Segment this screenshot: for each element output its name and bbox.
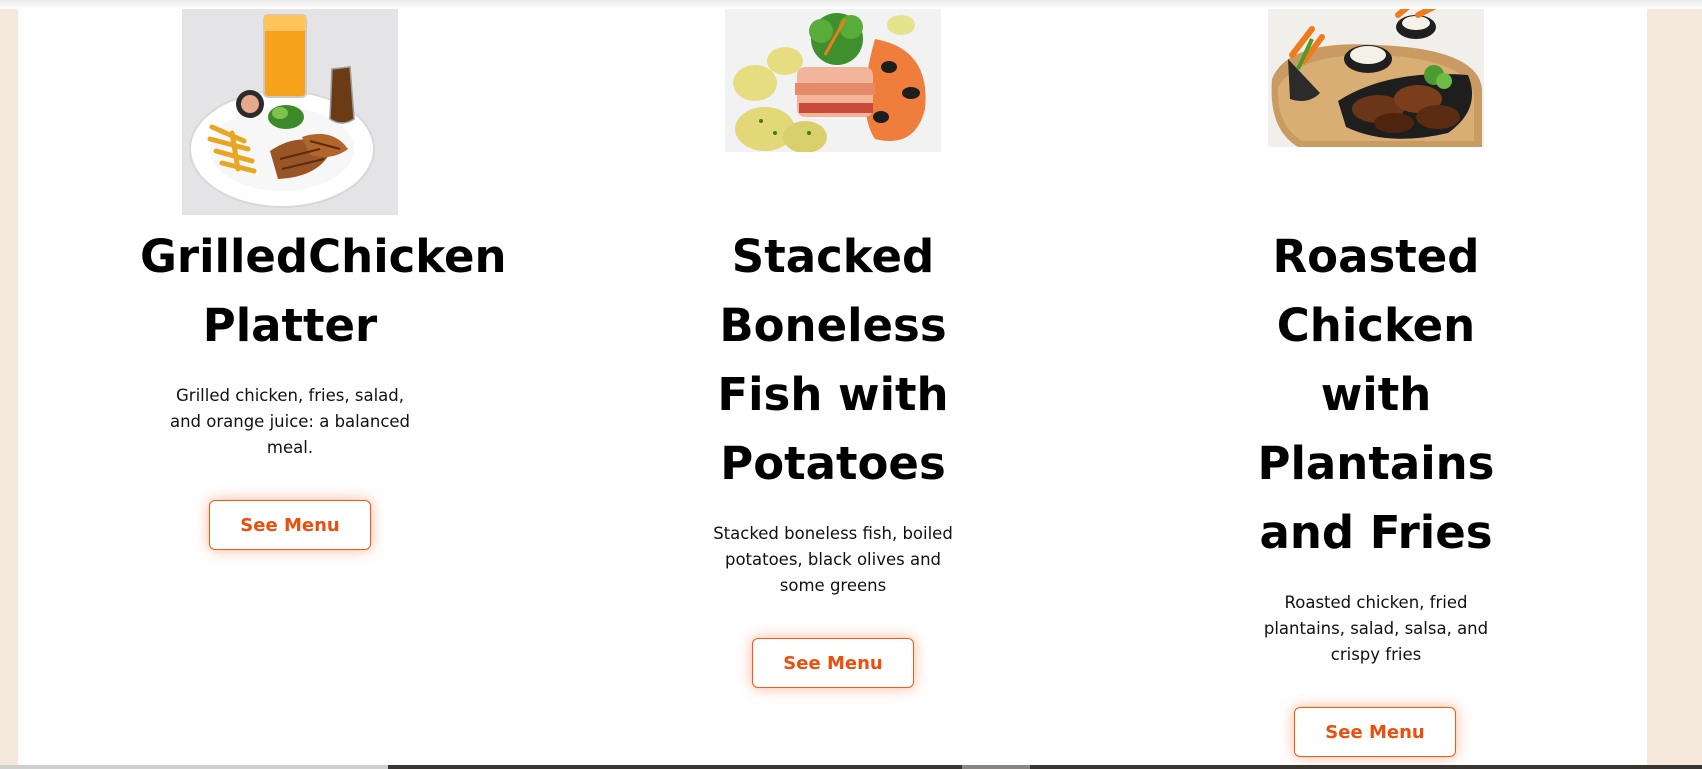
card-title-stacked-fish: Stacked Boneless Fish with Potatoes <box>717 230 949 490</box>
bottom-strip-segment <box>0 765 388 769</box>
grilled-chicken-image[interactable] <box>182 9 398 215</box>
header-shadow <box>0 0 1702 9</box>
see-menu-button-roasted-chicken[interactable]: See Menu <box>1294 707 1456 757</box>
card-title-grilled-chicken: GrilledChicken Platter <box>140 230 507 352</box>
card-description-grilled-chicken: Grilled chicken, fries, salad, and orang… <box>169 386 411 457</box>
roasted-chicken-image[interactable] <box>1268 9 1484 147</box>
bottom-scroll-strip <box>0 765 1702 769</box>
see-menu-button-stacked-fish[interactable]: See Menu <box>752 638 914 688</box>
see-menu-button-grilled-chicken[interactable]: See Menu <box>209 500 371 550</box>
card-title-roasted-chicken: Roasted Chicken with Plantains and Fries <box>1257 230 1495 559</box>
card-description-stacked-fish: Stacked boneless fish, boiled potatoes, … <box>713 524 953 595</box>
stacked-fish-image[interactable] <box>725 9 941 152</box>
bottom-strip-segment <box>962 765 1030 769</box>
card-description-roasted-chicken: Roasted chicken, fried plantains, salad,… <box>1263 593 1489 664</box>
